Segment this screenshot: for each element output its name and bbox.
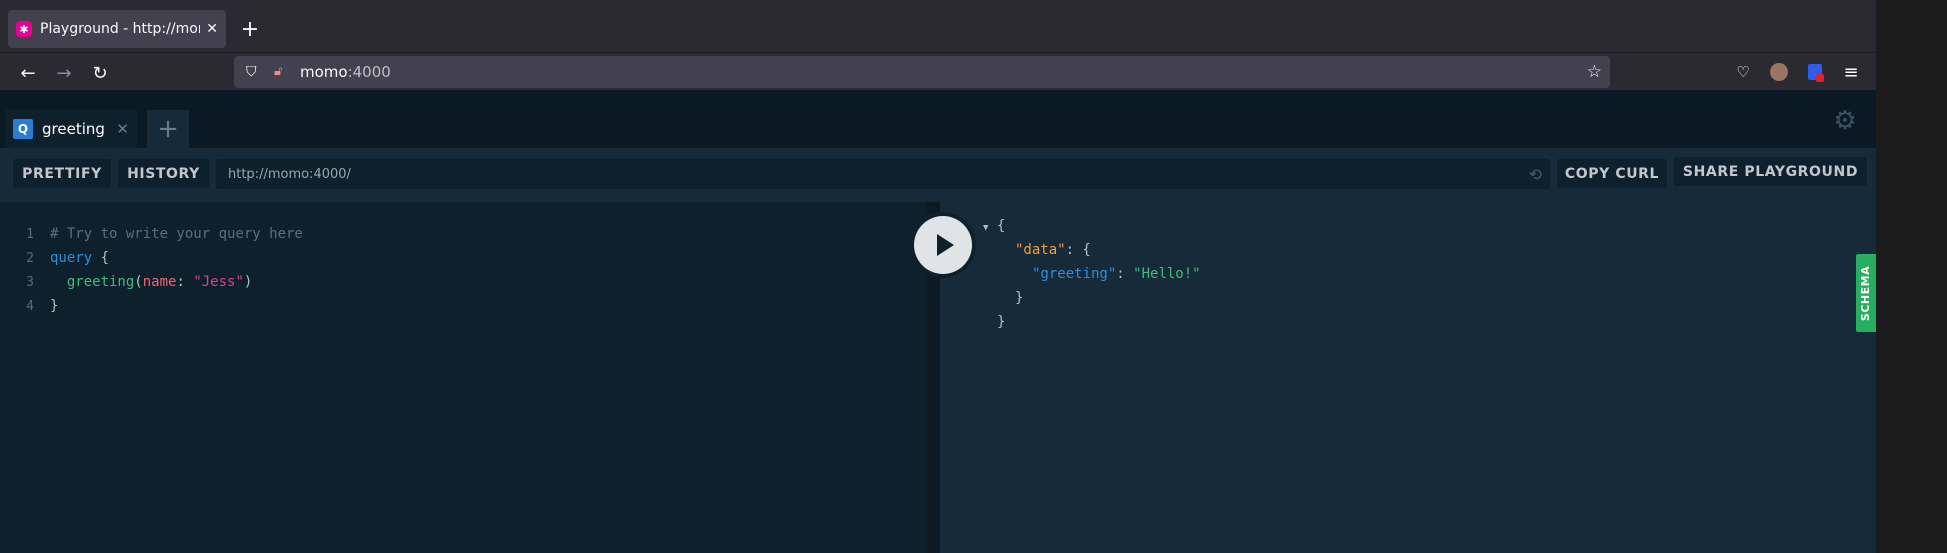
- query-editor[interactable]: 1 # Try to write your query here 2 query…: [0, 202, 940, 553]
- new-tab-button[interactable]: +: [236, 14, 264, 44]
- arg-colon: :: [176, 274, 194, 290]
- line-number: 4: [26, 298, 34, 314]
- field-name: greeting: [66, 274, 135, 290]
- query-keyword: query: [50, 250, 93, 266]
- result-open-brace: {: [996, 218, 1006, 234]
- browser-tabstrip: ✱ Playground - http://momo:4000/ ✕ +: [0, 0, 1876, 52]
- url-bar[interactable]: ⛉ 🔓︎ momo:4000 ☆: [234, 56, 1610, 88]
- close-brace: }: [50, 298, 59, 314]
- execute-query-button[interactable]: [910, 212, 976, 278]
- paren-open: (: [134, 274, 143, 290]
- result-greeting-key: "greeting": [1032, 266, 1117, 282]
- close-icon[interactable]: ✕: [116, 120, 129, 138]
- copy-curl-button[interactable]: COPY CURL: [1557, 159, 1667, 188]
- share-playground-button[interactable]: SHARE PLAYGROUND: [1674, 157, 1867, 186]
- editor-line: 2 query {: [0, 246, 109, 270]
- playground-tab-title: greeting: [42, 120, 105, 138]
- result-line: "greeting": "Hello!": [1032, 266, 1201, 282]
- result-inner-close: }: [1015, 290, 1024, 306]
- collapse-triangle-icon[interactable]: ▼: [983, 223, 988, 233]
- result-line: }: [997, 314, 1005, 330]
- browser-window: ✱ Playground - http://momo:4000/ ✕ + ← →…: [0, 0, 1876, 553]
- back-arrow-icon[interactable]: ←: [14, 59, 42, 87]
- result-line: ▼ {: [983, 218, 1005, 234]
- schema-tab-label: SCHEMA: [1859, 265, 1873, 321]
- close-icon[interactable]: ✕: [206, 21, 218, 37]
- arg-value: "Jess": [193, 274, 244, 290]
- browser-navbar: ← → ↻ ⛉ 🔓︎ momo:4000 ☆ ♡ ≡: [0, 52, 1876, 90]
- shield-icon: ⛉: [246, 64, 257, 80]
- endpoint-url: http://momo:4000/: [228, 166, 351, 182]
- play-icon: [914, 216, 972, 274]
- url-host: momo: [300, 63, 348, 81]
- query-badge: Q: [13, 119, 33, 139]
- account-avatar-icon[interactable]: [1768, 61, 1790, 83]
- extension-icon[interactable]: [1804, 61, 1826, 83]
- editor-line: 4 }: [0, 294, 58, 318]
- result-outer-close: }: [997, 314, 1006, 330]
- result-greeting-value: "Hello!": [1133, 266, 1201, 282]
- hamburger-menu-icon[interactable]: ≡: [1840, 61, 1862, 83]
- desktop-background: [1876, 0, 1947, 553]
- prettify-button[interactable]: PRETTIFY: [13, 159, 111, 188]
- result-data-key: "data": [1015, 242, 1066, 258]
- result-pane: ▼ { "data": { "greeting": "Hello!" } }: [940, 202, 1876, 553]
- line-number: 2: [26, 250, 34, 266]
- line-number: 3: [26, 274, 34, 290]
- insecure-lock-icon: 🔓︎: [274, 64, 283, 79]
- settings-gear-icon[interactable]: ⚙: [1832, 106, 1858, 136]
- editor-line: 1 # Try to write your query here: [0, 222, 303, 246]
- playground-tab-greeting[interactable]: Q greeting ✕: [5, 110, 137, 148]
- paren-close: ): [243, 274, 253, 290]
- schema-tab[interactable]: SCHEMA: [1856, 254, 1876, 332]
- line-number: 1: [26, 226, 34, 242]
- result-line: "data": {: [1015, 242, 1091, 258]
- browser-tab[interactable]: ✱ Playground - http://momo:4000/ ✕: [8, 10, 226, 48]
- refresh-schema-icon[interactable]: ⟲: [1529, 165, 1542, 184]
- endpoint-input[interactable]: http://momo:4000/ ⟲: [216, 159, 1550, 189]
- forward-arrow-icon[interactable]: →: [50, 59, 78, 87]
- reload-icon[interactable]: ↻: [86, 59, 114, 87]
- playground-toolbar: PRETTIFY HISTORY http://momo:4000/ ⟲ COP…: [0, 148, 1876, 202]
- arg-name: name: [142, 274, 177, 290]
- result-greeting-sep: :: [1116, 266, 1134, 282]
- graphql-icon: ✱: [16, 21, 32, 37]
- url-port: :4000: [347, 63, 391, 81]
- add-playground-tab-button[interactable]: +: [147, 110, 189, 148]
- result-line: }: [1015, 290, 1023, 306]
- result-data-sep: : {: [1065, 242, 1091, 258]
- bookmark-star-icon[interactable]: ☆: [1587, 62, 1602, 82]
- history-button[interactable]: HISTORY: [118, 159, 209, 188]
- pocket-icon[interactable]: ♡: [1732, 61, 1754, 83]
- editor-line: 3 greeting(name: "Jess"): [0, 270, 252, 294]
- open-brace: {: [92, 250, 110, 266]
- browser-tab-title: Playground - http://momo:4000/: [40, 21, 200, 37]
- editor-comment: # Try to write your query here: [50, 226, 303, 242]
- playground-tabbar: Q greeting ✕ +: [0, 90, 1876, 148]
